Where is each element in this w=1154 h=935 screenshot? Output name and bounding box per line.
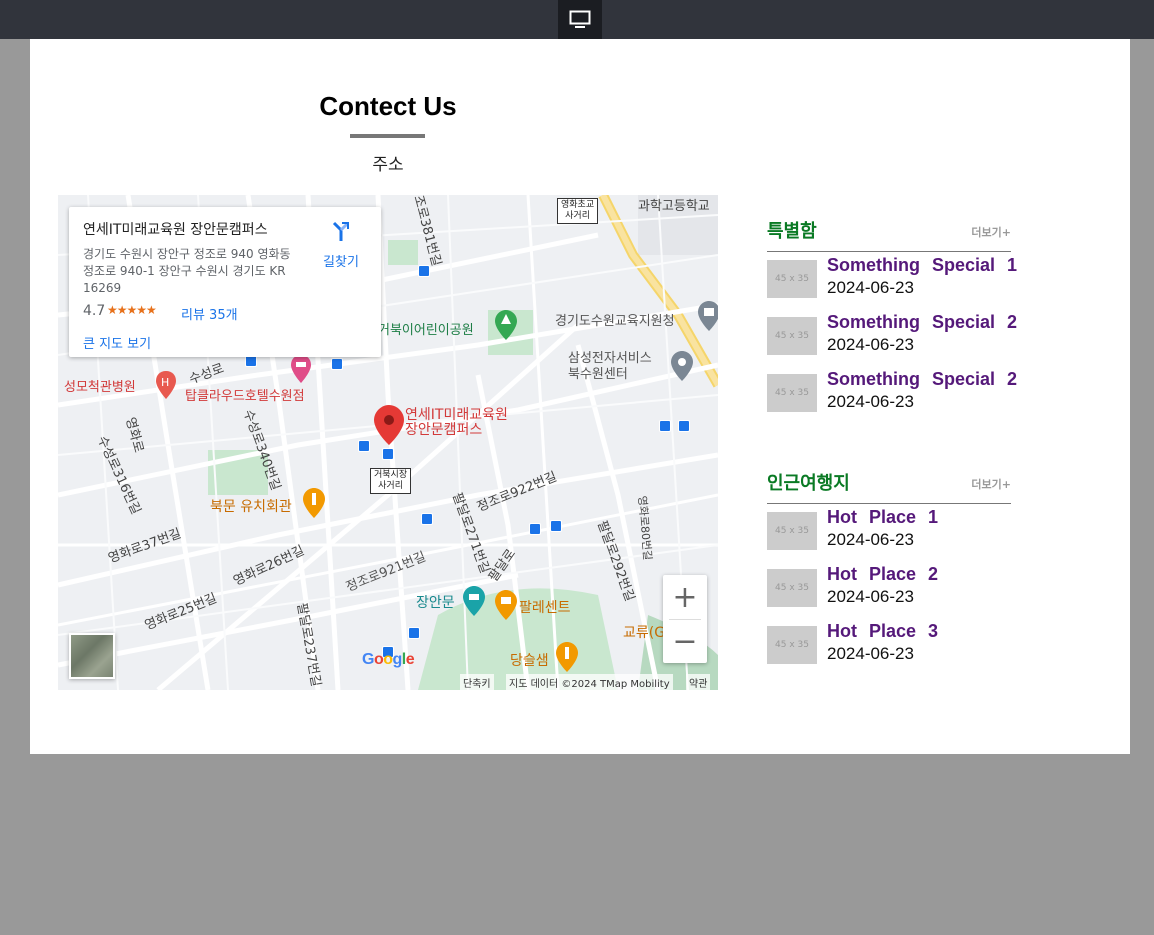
hospital-marker-icon: H	[156, 371, 176, 399]
thumbnail-placeholder: 45 x 35	[767, 374, 817, 412]
rating-stars-icon: ★★★★★	[107, 303, 157, 317]
item-date: 2024-06-23	[827, 587, 914, 606]
place-info-card: 연세IT미래교육원 장안문캠퍼스 경기도 수원시 장안구 정조로 940 영화동…	[69, 207, 381, 357]
map-label-hospital: 성모척관병원	[64, 380, 136, 395]
map-attribution: 단축키 지도 데이터 ©2024 TMap Mobility 약관	[58, 671, 718, 690]
monitor-icon	[569, 10, 591, 28]
bus-stop-icon	[421, 513, 433, 525]
samsung-marker-icon	[671, 351, 693, 381]
terms-link[interactable]: 약관	[686, 674, 711, 690]
page-subtitle: 주소	[372, 155, 404, 175]
place-rating: 4.7	[83, 303, 106, 319]
device-toggle-button[interactable]	[558, 0, 602, 39]
list-item[interactable]: 45 x 35 Hot Place 1 2024-06-23	[767, 507, 1011, 569]
bus-stop-icon	[659, 420, 671, 432]
park-marker-icon	[495, 310, 517, 340]
map-label-park: 거북이어린이공원	[378, 323, 474, 338]
bus-stop-icon	[358, 440, 370, 452]
item-title[interactable]: Something Special 1	[827, 255, 1017, 276]
list-item[interactable]: 45 x 35 Something Special 1 2024-06-23	[767, 255, 1017, 317]
item-title[interactable]: Hot Place 2	[827, 564, 1011, 585]
bus-stop-icon	[408, 627, 420, 639]
item-date: 2024-06-23	[827, 335, 914, 354]
thumbnail-placeholder: 45 x 35	[767, 512, 817, 550]
item-title[interactable]: Hot Place 3	[827, 621, 1011, 642]
page-title: Contect Us	[319, 91, 457, 121]
list-item[interactable]: 45 x 35 Hot Place 2 2024-06-23	[767, 564, 1011, 626]
cafe-marker-icon	[495, 590, 517, 620]
map-label-dangsulsaem: 당슬샘	[510, 653, 549, 669]
zoom-separator	[669, 619, 701, 620]
thumbnail-placeholder: 45 x 35	[767, 260, 817, 298]
item-date: 2024-06-23	[827, 644, 914, 663]
bus-stop-icon	[550, 520, 562, 532]
map-label-market: 거북시장 사거리	[370, 468, 412, 494]
map-label-gyoryu: 교류(G	[623, 625, 666, 641]
nearby-header: 인근여행지 더보기+	[767, 469, 1011, 495]
landmark-marker-icon	[463, 586, 485, 616]
nearby-list: 45 x 35 Hot Place 1 2024-06-23 45 x 35 H…	[767, 507, 1011, 683]
map-label-samsung: 삼성전자서비스 북수원센터	[568, 351, 652, 382]
map-label-office: 경기도수원교육지원청	[555, 314, 675, 329]
svg-text:H: H	[161, 376, 169, 389]
place-name: 연세IT미래교육원 장안문캠퍼스	[83, 222, 268, 238]
top-toolbar	[0, 0, 1154, 39]
hotel-marker-icon	[291, 355, 311, 383]
larger-map-link[interactable]: 큰 지도 보기	[83, 333, 151, 352]
keyboard-shortcuts-link[interactable]: 단축키	[460, 674, 494, 690]
map-label-janganmun: 장안문	[416, 595, 455, 611]
food-marker-icon	[556, 642, 578, 672]
thumbnail-placeholder: 45 x 35	[767, 626, 817, 664]
bus-stop-icon	[331, 358, 343, 370]
item-date: 2024-06-23	[827, 530, 914, 549]
nearby-title: 인근여행지	[767, 473, 850, 494]
item-date: 2024-06-23	[827, 278, 914, 297]
map-label-intersection-top: 영화초교 사거리	[557, 198, 599, 224]
map-data-text: 지도 데이터 ©2024 TMap Mobility	[506, 674, 673, 690]
nearby-more-link[interactable]: 더보기+	[971, 476, 1011, 492]
content-panel: Contect Us 주소 과학고등학교 영화초교 사거리 거북이어린이공원 경…	[30, 39, 1130, 754]
office-marker-icon	[698, 301, 718, 331]
map-label-hotel: 탑클라우드호텔수원점	[185, 389, 305, 404]
nearby-section: 인근여행지 더보기+ 45 x 35 Hot Place 1 2024-06-2…	[767, 469, 1011, 664]
zoom-controls: + −	[663, 575, 707, 663]
directions-label: 길찾기	[323, 255, 359, 270]
thumbnail-placeholder: 45 x 35	[767, 569, 817, 607]
special-header: 특별함 더보기+	[767, 217, 1011, 243]
special-list: 45 x 35 Something Special 1 2024-06-23 4…	[767, 255, 1017, 431]
zoom-out-button[interactable]: −	[663, 619, 707, 663]
item-title[interactable]: Something Special 2	[827, 369, 1017, 390]
special-more-link[interactable]: 더보기+	[971, 224, 1011, 240]
google-logo: Google	[362, 651, 415, 668]
bus-stop-icon	[529, 523, 541, 535]
thumbnail-placeholder: 45 x 35	[767, 317, 817, 355]
reviews-link[interactable]: 리뷰 35개	[181, 304, 238, 323]
map-label-pin: 연세IT미래교육원 장안문캠퍼스	[405, 407, 508, 438]
list-item[interactable]: 45 x 35 Hot Place 3 2024-06-23	[767, 621, 1011, 683]
list-item[interactable]: 45 x 35 Something Special 2 2024-06-23	[767, 312, 1017, 374]
place-address: 경기도 수원시 장안구 정조로 940 영화동 정조로 940-1 장안구 수원…	[83, 247, 291, 295]
item-date: 2024-06-23	[827, 392, 914, 411]
item-title[interactable]: Hot Place 1	[827, 507, 1011, 528]
directions-button[interactable]: 길찾기	[321, 221, 361, 270]
bus-stop-icon	[678, 420, 690, 432]
zoom-in-button[interactable]: +	[663, 575, 707, 619]
nearby-divider	[767, 503, 1011, 504]
special-title: 특별함	[767, 221, 817, 242]
restaurant-marker-icon	[303, 488, 325, 518]
list-item[interactable]: 45 x 35 Something Special 2 2024-06-23	[767, 369, 1017, 431]
title-underline	[350, 134, 425, 138]
bus-stop-icon	[418, 265, 430, 277]
bus-stop-icon	[382, 448, 394, 460]
map-label-palace: 팔레센트	[519, 600, 571, 616]
special-divider	[767, 251, 1011, 252]
map-embed[interactable]: 과학고등학교 영화초교 사거리 거북이어린이공원 경기도수원교육지원청 삼성전자…	[58, 195, 718, 690]
item-title[interactable]: Something Special 2	[827, 312, 1017, 333]
location-pin-icon[interactable]	[374, 405, 404, 445]
directions-icon	[332, 221, 350, 241]
special-section: 특별함 더보기+ 45 x 35 Something Special 1 202…	[767, 217, 1017, 412]
map-label-restaurant: 북문 유치회관	[210, 499, 292, 515]
map-label-school: 과학고등학교	[638, 199, 710, 214]
